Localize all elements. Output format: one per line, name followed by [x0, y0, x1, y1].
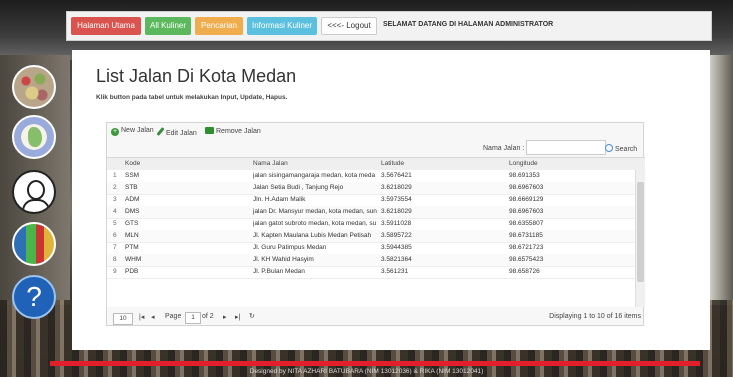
top-navigation: Halaman Utama All Kuliner Pencarian Info… — [66, 11, 712, 41]
cell-kode: PDB — [125, 268, 139, 275]
pagination-info: Displaying 1 to 10 of 16 items — [549, 313, 641, 320]
cell-kode: WHM — [125, 256, 142, 263]
welcome-text: SELAMAT DATANG DI HALAMAN ADMINISTRATOR — [383, 21, 554, 28]
table-row[interactable]: 9 PDB Jl. P.Bulan Medan 3.561231 98.6587… — [107, 266, 635, 279]
page-size-select[interactable]: 10 — [113, 313, 133, 325]
nav-pencarian-button[interactable]: Pencarian — [195, 17, 243, 35]
edit-jalan-button[interactable]: Edit Jalan — [156, 127, 197, 137]
row-number: 1 — [113, 172, 117, 179]
page-count: of 2 — [202, 313, 214, 320]
cell-nama-jalan: jalan Dr. Mansyur medan, kota medan, sun — [253, 208, 377, 215]
cell-kode: STB — [125, 184, 138, 191]
page-number-input[interactable]: 1 — [185, 312, 201, 324]
new-jalan-label: New Jalan — [121, 127, 154, 134]
pagination-bar: 10 |◂ ◂ Page 1 of 2 ▸ ▸| ↻ Displaying 1 … — [107, 311, 645, 325]
column-header-nama-jalan[interactable]: Nama Jalan — [253, 160, 288, 167]
nav-informasi-kuliner-button[interactable]: Informasi Kuliner — [247, 17, 317, 35]
cell-nama-jalan: Jalan Setia Budi , Tanjung Rejo — [253, 184, 344, 191]
page-label: Page — [165, 313, 182, 320]
cell-longitude: 98.6575423 — [509, 256, 544, 263]
row-number: 4 — [113, 208, 117, 215]
refresh-icon[interactable]: ↻ — [249, 312, 255, 320]
cell-longitude: 98.691353 — [509, 172, 540, 179]
cell-longitude: 98.658726 — [509, 268, 540, 275]
next-page-icon[interactable]: ▸ — [223, 313, 227, 321]
map-icon[interactable] — [12, 115, 56, 159]
user-profile-icon[interactable] — [12, 170, 56, 214]
row-number: 2 — [113, 184, 117, 191]
cell-latitude: 3.5911028 — [381, 220, 412, 227]
column-header-longitude[interactable]: Longitude — [509, 160, 538, 167]
row-number: 7 — [113, 244, 117, 251]
photo-gallery-icon[interactable] — [12, 65, 56, 109]
cell-longitude: 98.6967603 — [509, 208, 544, 215]
table-scrollbar[interactable] — [635, 170, 645, 307]
cell-latitude: 3.6218029 — [381, 208, 412, 215]
remove-jalan-button[interactable]: Remove Jalan — [205, 127, 261, 135]
cell-nama-jalan: jalan gatot subroto medan, kota medan, s… — [253, 220, 377, 227]
table-header: Kode Nama Jalan Latitude Longitude — [107, 157, 645, 171]
row-number: 8 — [113, 256, 117, 263]
cell-longitude: 98.6731185 — [509, 232, 543, 239]
search-input[interactable] — [526, 140, 606, 155]
cell-latitude: 3.5895722 — [381, 232, 412, 239]
nav-all-kuliner-button[interactable]: All Kuliner — [145, 17, 191, 35]
cell-longitude: 98.6721723 — [509, 244, 544, 251]
search-icon — [605, 144, 613, 152]
table-body: 1 SSM jalan sisingamangaraja medan, kota… — [107, 170, 635, 307]
search-button-label: Search — [615, 146, 638, 153]
scrollbar-thumb[interactable] — [637, 182, 644, 282]
cell-latitude: 3.5944385 — [381, 244, 412, 251]
cell-nama-jalan: Jl. Guru Patimpus Medan — [253, 244, 327, 251]
books-icon[interactable] — [12, 222, 56, 266]
row-number: 6 — [113, 232, 117, 239]
footer-credits: Designed by NITA AZHARI BATUBARA (NIM 13… — [249, 368, 484, 375]
new-jalan-button[interactable]: + New Jalan — [111, 127, 154, 136]
page-title: List Jalan Di Kota Medan — [96, 66, 297, 86]
cell-nama-jalan: Jl. KH Wahid Hasyim — [253, 256, 314, 263]
cell-longitude: 98.6669129 — [509, 196, 544, 203]
edit-jalan-label: Edit Jalan — [166, 130, 197, 137]
cell-nama-jalan: jalan sisingamangaraja medan, kota meda — [253, 172, 376, 179]
row-number: 3 — [113, 196, 117, 203]
nav-home-button[interactable]: Halaman Utama — [71, 17, 141, 35]
row-number: 5 — [113, 220, 117, 227]
row-number: 9 — [113, 268, 117, 275]
cell-kode: MLN — [125, 232, 139, 239]
cell-kode: PTM — [125, 244, 139, 251]
first-page-icon[interactable]: |◂ — [139, 313, 144, 321]
cell-latitude: 3.6218029 — [381, 184, 412, 191]
pencil-icon — [156, 127, 165, 136]
cell-kode: DMS — [125, 208, 140, 215]
column-header-latitude[interactable]: Latitude — [381, 160, 404, 167]
add-icon: + — [111, 128, 119, 136]
page-subtitle: Klik button pada tabel untuk melakukan I… — [96, 94, 288, 101]
cell-nama-jalan: Jl. P.Bulan Medan — [253, 268, 305, 275]
search-label: Nama Jalan : — [483, 145, 525, 152]
cell-kode: ADM — [125, 196, 140, 203]
last-page-icon[interactable]: ▸| — [235, 313, 240, 321]
cell-kode: SSM — [125, 172, 140, 179]
cell-latitude: 3.5973554 — [381, 196, 412, 203]
logout-button[interactable]: <<<- Logout — [321, 17, 377, 35]
remove-jalan-label: Remove Jalan — [216, 128, 261, 135]
cell-latitude: 3.561231 — [381, 268, 409, 275]
grid-toolbar: + New Jalan Edit Jalan Remove Jalan — [107, 125, 643, 139]
jalan-datagrid: + New Jalan Edit Jalan Remove Jalan Nama … — [106, 122, 645, 326]
search-button[interactable]: Search — [605, 144, 637, 153]
help-icon[interactable]: ? — [12, 275, 56, 319]
cell-latitude: 3.5821364 — [381, 256, 412, 263]
cell-longitude: 98.6967603 — [509, 184, 544, 191]
cell-longitude: 98.6355807 — [509, 220, 544, 227]
remove-icon — [205, 127, 214, 134]
column-header-kode[interactable]: Kode — [125, 160, 140, 167]
cell-nama-jalan: Jln. H.Adam Malik — [253, 196, 306, 203]
prev-page-icon[interactable]: ◂ — [151, 313, 155, 321]
cell-nama-jalan: Jl. Kapten Maulana Lubis Medan Petisah — [253, 232, 372, 239]
cell-kode: GTS — [125, 220, 139, 227]
content-panel: List Jalan Di Kota Medan Klik button pad… — [72, 50, 710, 350]
cell-latitude: 3.5676421 — [381, 172, 412, 179]
